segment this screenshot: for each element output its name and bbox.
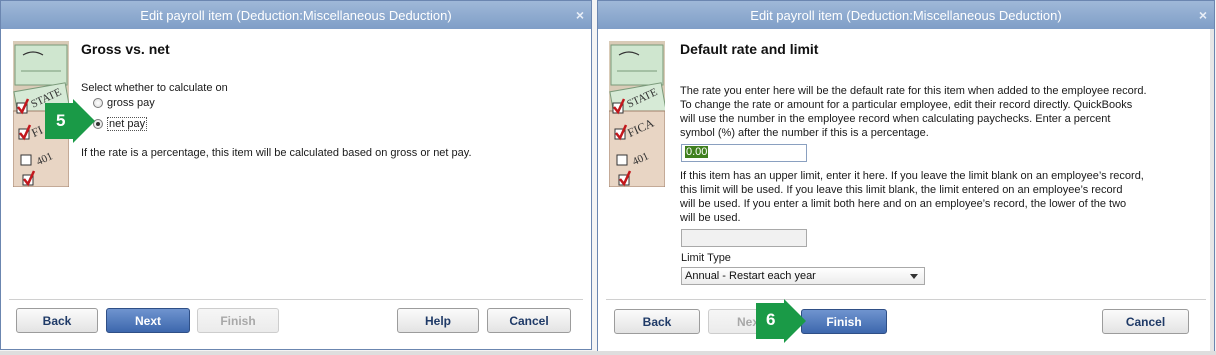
default-rate-input[interactable]: 0.00 [681,144,807,162]
button-divider [9,299,583,300]
screenshot-stage: Edit payroll item (Deduction:Miscellaneo… [0,0,1216,355]
next-button[interactable]: Next [106,308,190,333]
gross-pay-option[interactable]: gross pay [93,97,155,109]
back-button[interactable]: Back [16,308,98,333]
limit-description-line: If this item has an upper limit, enter i… [680,170,1144,182]
help-button[interactable]: Help [397,308,479,333]
rate-description-line: symbol (%) after the number if this is a… [680,127,929,139]
back-button[interactable]: Back [614,309,700,334]
cancel-button[interactable]: Cancel [1102,309,1189,334]
default-rate-value: 0.00 [685,146,709,158]
step-number: 5 [56,111,66,130]
dialog-title: Edit payroll item (Deduction:Miscellaneo… [140,7,452,23]
step-callout-arrow [45,99,95,143]
net-pay-label: net pay [107,117,148,131]
rate-description-line: To change the rate or amount for a parti… [680,99,1133,111]
dialog-titlebar: Edit payroll item (Deduction:Miscellaneo… [598,1,1214,29]
net-pay-option[interactable]: net pay [93,117,148,131]
limit-description: If this item has an upper limit, enter i… [680,169,1144,225]
limit-description-line: will be used. [680,212,741,224]
rate-description-line: will use the number in the employee reco… [680,113,1111,125]
rate-description: The rate you enter here will be the defa… [680,84,1147,140]
dialog-title: Edit payroll item (Deduction:Miscellaneo… [750,7,1062,23]
finish-button[interactable]: Finish [801,309,887,334]
default-rate-dialog: Edit payroll item (Deduction:Miscellaneo… [597,0,1215,352]
rate-description-line: The rate you enter here will be the defa… [680,85,1147,97]
page-heading: Gross vs. net [81,41,170,57]
button-divider [606,299,1206,300]
dialog-titlebar: Edit payroll item (Deduction:Miscellaneo… [1,1,591,29]
step-number: 6 [766,310,776,329]
step-callout-arrow [756,299,806,343]
limit-description-line: this limit will be used. If you leave th… [680,184,1123,196]
rate-percentage-note: If the rate is a percentage, this item w… [81,147,472,159]
page-heading: Default rate and limit [680,41,819,57]
limit-description-line: will be used. If you enter a limit both … [680,198,1127,210]
gross-vs-net-dialog: Edit payroll item (Deduction:Miscellaneo… [0,0,592,350]
chevron-down-icon [910,274,918,279]
close-icon[interactable]: × [576,7,584,23]
payroll-forms-illustration: STATE FICA 401 [609,41,665,187]
limit-input[interactable] [681,229,807,247]
limit-type-dropdown[interactable]: Annual - Restart each year [681,267,925,285]
finish-button: Finish [197,308,279,333]
cancel-button[interactable]: Cancel [487,308,571,333]
gross-pay-label: gross pay [107,97,155,109]
close-icon[interactable]: × [1199,7,1207,23]
background-window-edge [1210,29,1214,351]
background-window-strip [0,351,1216,355]
limit-type-value: Annual - Restart each year [685,270,816,282]
limit-type-label: Limit Type [681,252,731,264]
calculate-on-prompt: Select whether to calculate on [81,82,228,94]
